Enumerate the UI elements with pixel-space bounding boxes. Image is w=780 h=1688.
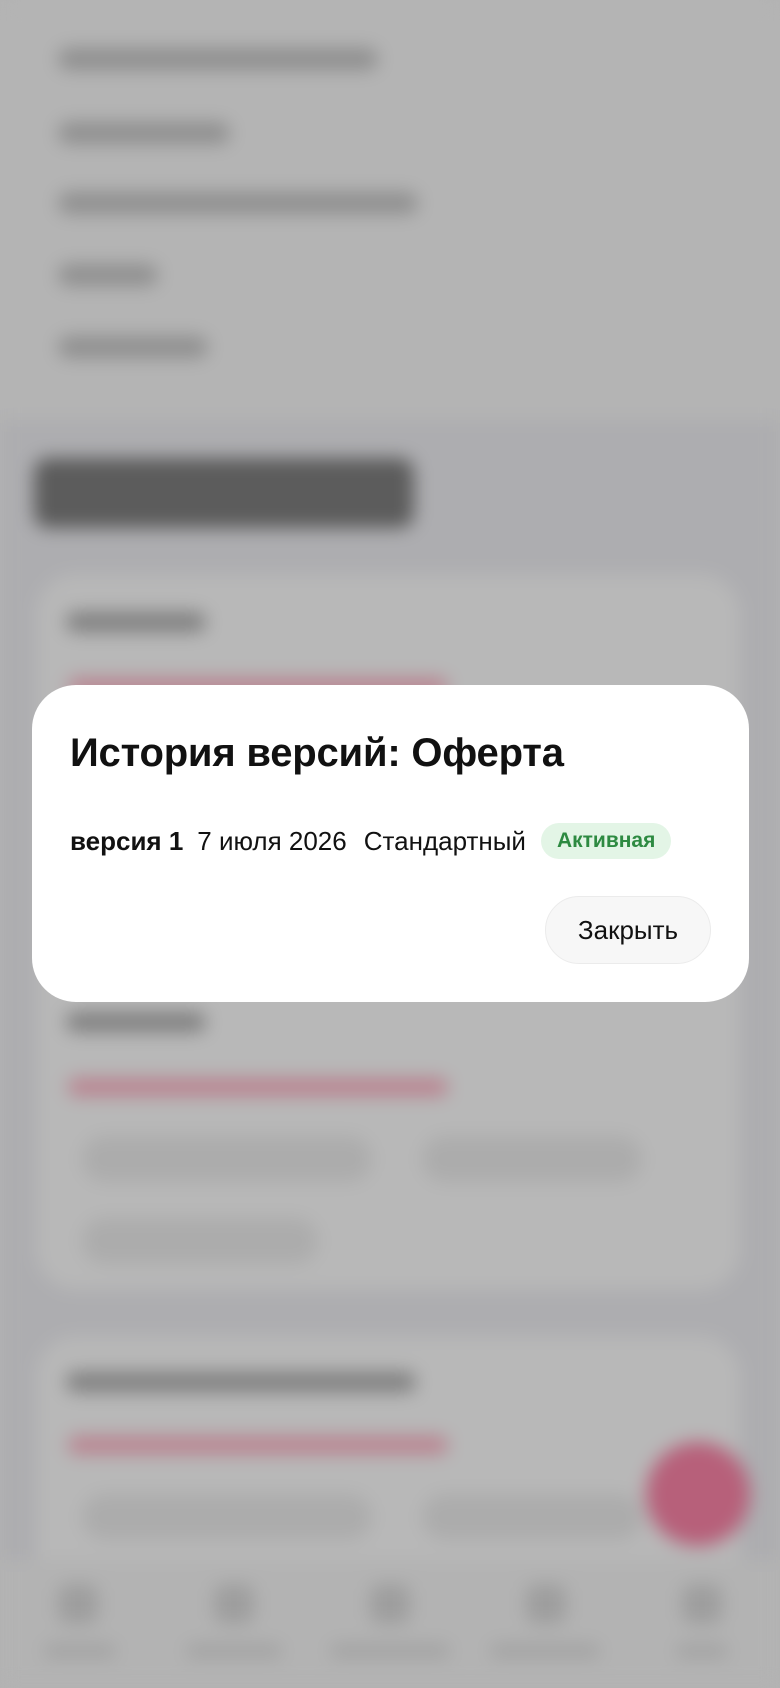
background-list-item [58, 264, 158, 286]
version-row: версия 1 7 июля 2026 Стандартный Активна… [70, 821, 672, 861]
version-type: Стандартный [363, 825, 526, 856]
background-heading [34, 458, 414, 528]
modal-title: История версий: Оферта [70, 731, 564, 775]
background-tab-bar [0, 1560, 780, 1688]
background-list-item [58, 336, 208, 358]
background-card [36, 1336, 740, 1596]
close-button[interactable]: Закрыть [545, 896, 711, 964]
version-date: 7 июля 2026 [197, 825, 347, 856]
version-label: версия 1 [70, 825, 184, 856]
fab-button-icon [646, 1442, 750, 1546]
version-history-modal: История версий: Оферта версия 1 7 июля 2… [32, 685, 749, 1002]
background-list-item [58, 48, 378, 70]
status-badge: Активная [540, 823, 672, 859]
background-list-item [58, 192, 418, 214]
background-list-item [58, 122, 230, 144]
